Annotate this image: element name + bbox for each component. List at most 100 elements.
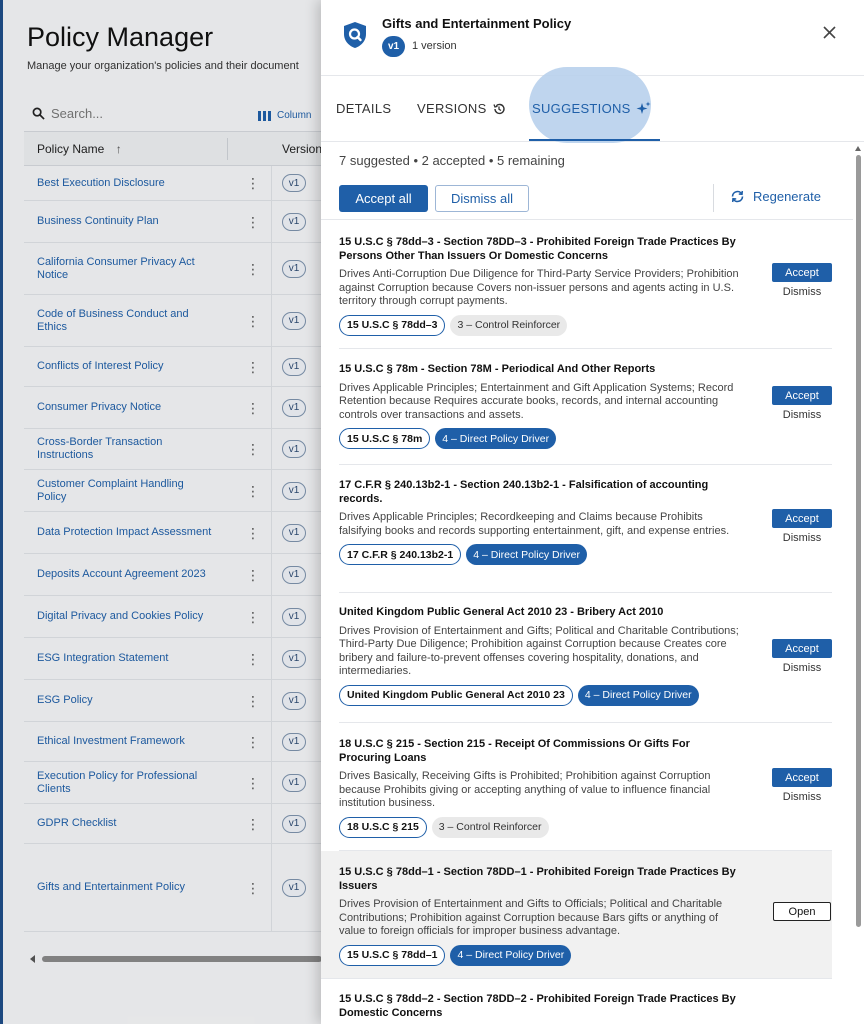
relevance-tag: 4 – Direct Policy Driver [435,428,557,449]
dismiss-button[interactable]: Dismiss [783,409,822,421]
drawer-title: Gifts and Entertainment Policy [382,16,572,31]
policy-name-link[interactable]: Execution Policy for Professional Client… [24,770,214,796]
drawer-scrollbar[interactable] [853,143,864,1024]
open-button[interactable]: Open [773,902,831,921]
policy-name-link[interactable]: Ethical Investment Framework [24,735,214,748]
version-chip: v1 [382,36,405,57]
table-row[interactable]: GDPR Checklist ⋮ v1 [24,804,324,844]
accept-button[interactable]: Accept [772,509,832,528]
table-row[interactable]: Digital Privacy and Cookies Policy ⋮ v1 [24,596,324,638]
dismiss-all-button[interactable]: Dismiss all [435,185,529,212]
table-row[interactable]: Deposits Account Agreement 2023 ⋮ v1 [24,554,324,596]
table-row[interactable]: Execution Policy for Professional Client… [24,762,324,804]
accept-all-button[interactable]: Accept all [339,185,428,212]
tab-suggestions[interactable]: SUGGESTIONS [532,101,651,116]
header-policy-name[interactable]: Policy Name ↑ [37,142,122,156]
policy-name-link[interactable]: ESG Policy [24,694,214,707]
regenerate-button[interactable]: Regenerate [730,189,821,204]
columns-label: Column [277,110,312,121]
column-separator [271,429,272,469]
suggestion-actions: Accept Dismiss [772,768,832,803]
policy-name-link[interactable]: Conflicts of Interest Policy [24,360,214,373]
table-row[interactable]: ESG Policy ⋮ v1 [24,680,324,722]
policy-name-link[interactable]: Deposits Account Agreement 2023 [24,568,214,581]
table-row[interactable]: Consumer Privacy Notice ⋮ v1 [24,387,324,429]
policy-name-link[interactable]: GDPR Checklist [24,817,214,830]
dismiss-button[interactable]: Dismiss [783,791,822,803]
table-row[interactable]: Best Execution Disclosure ⋮ v1 [24,166,324,201]
regenerate-label: Regenerate [753,189,821,204]
column-separator [271,243,272,294]
row-menu-icon[interactable]: ⋮ [246,526,260,540]
policy-name-link[interactable]: Business Continuity Plan [24,215,214,228]
header-version[interactable]: Version [282,142,322,156]
search-box[interactable]: Search... [32,106,103,121]
table-row[interactable]: Business Continuity Plan ⋮ v1 [24,201,324,243]
close-button[interactable] [819,22,839,42]
row-menu-icon[interactable]: ⋮ [246,401,260,415]
row-menu-icon[interactable]: ⋮ [246,215,260,229]
scroll-thumb[interactable] [42,956,322,962]
accept-button[interactable]: Accept [772,639,832,658]
tab-details[interactable]: DETAILS [336,101,391,116]
scroll-up-arrow-icon[interactable] [855,146,861,151]
row-menu-icon[interactable]: ⋮ [246,881,260,895]
accept-button[interactable]: Accept [772,386,832,405]
row-menu-icon[interactable]: ⋮ [246,262,260,276]
drawer-scroll-thumb[interactable] [856,155,861,927]
dismiss-button[interactable]: Dismiss [783,532,822,544]
policy-name-link[interactable]: Data Protection Impact Assessment [24,526,214,539]
row-menu-icon[interactable]: ⋮ [246,735,260,749]
row-menu-icon[interactable]: ⋮ [246,610,260,624]
row-menu-icon[interactable]: ⋮ [246,694,260,708]
suggestion-list: 15 U.S.C § 78dd–3 - Section 78DD–3 - Pro… [321,221,853,1024]
horizontal-scrollbar[interactable] [30,954,322,964]
table-row[interactable]: Ethical Investment Framework ⋮ v1 [24,722,324,762]
policy-name-link[interactable]: Code of Business Conduct and Ethics [24,308,214,334]
version-badge: v1 [282,773,306,792]
history-icon [492,103,505,114]
table-row[interactable]: Cross-Border Transaction Instructions ⋮ v1 [24,429,324,470]
refresh-icon [731,190,744,203]
tab-versions[interactable]: VERSIONS [417,101,506,116]
policy-name-link[interactable]: Best Execution Disclosure [24,177,214,190]
policy-name-link[interactable]: Cross-Border Transaction Instructions [24,436,214,462]
table-row[interactable]: California Consumer Privacy Act Notice ⋮ v… [24,243,324,295]
column-separator [271,387,272,428]
policy-name-link[interactable]: Customer Complaint Handling Policy [24,478,214,504]
row-menu-icon[interactable]: ⋮ [246,652,260,666]
policy-name-link[interactable]: Digital Privacy and Cookies Policy [24,610,214,623]
accept-button[interactable]: Accept [772,263,832,282]
scroll-left-arrow-icon[interactable] [30,955,35,963]
row-menu-icon[interactable]: ⋮ [246,442,260,456]
citation-tag: 15 U.S.C § 78dd–1 [339,944,446,966]
header-separator [227,138,228,160]
policy-name-link[interactable]: Gifts and Entertainment Policy [24,881,214,894]
row-menu-icon[interactable]: ⋮ [246,314,260,328]
suggestion-card: 15 U.S.C § 78dd–3 - Section 78DD–3 - Pro… [339,221,832,349]
citation-tag: 17 C.F.R § 240.13b2-1 [339,544,462,565]
row-menu-icon[interactable]: ⋮ [246,817,260,831]
policy-name-link[interactable]: California Consumer Privacy Act Notice [24,256,214,282]
version-badge: v1 [282,259,306,278]
suggestion-card: United Kingdom Public General Act 2010 2… [339,593,832,723]
table-row[interactable]: Data Protection Impact Assessment ⋮ v1 [24,512,324,554]
accept-button[interactable]: Accept [772,768,832,787]
dismiss-button[interactable]: Dismiss [783,286,822,298]
row-menu-icon[interactable]: ⋮ [246,360,260,374]
table-row[interactable]: Gifts and Entertainment Policy ⋮ v1 [24,844,324,932]
suggestion-description: Drives Basically, Receiving Gifts is Pro… [339,770,711,809]
row-menu-icon[interactable]: ⋮ [246,776,260,790]
row-menu-icon[interactable]: ⋮ [246,568,260,582]
suggestion-description: Drives Applicable Principles; Recordkeep… [339,511,730,537]
table-row[interactable]: Conflicts of Interest Policy ⋮ v1 [24,347,324,387]
policy-name-link[interactable]: ESG Integration Statement [24,652,214,665]
row-menu-icon[interactable]: ⋮ [246,484,260,498]
dismiss-button[interactable]: Dismiss [783,662,822,674]
columns-button[interactable]: Column [258,110,311,121]
table-row[interactable]: Code of Business Conduct and Ethics ⋮ v1 [24,295,324,347]
table-row[interactable]: ESG Integration Statement ⋮ v1 [24,638,324,680]
row-menu-icon[interactable]: ⋮ [246,176,260,190]
policy-name-link[interactable]: Consumer Privacy Notice [24,401,214,414]
table-row[interactable]: Customer Complaint Handling Policy ⋮ v1 [24,470,324,512]
